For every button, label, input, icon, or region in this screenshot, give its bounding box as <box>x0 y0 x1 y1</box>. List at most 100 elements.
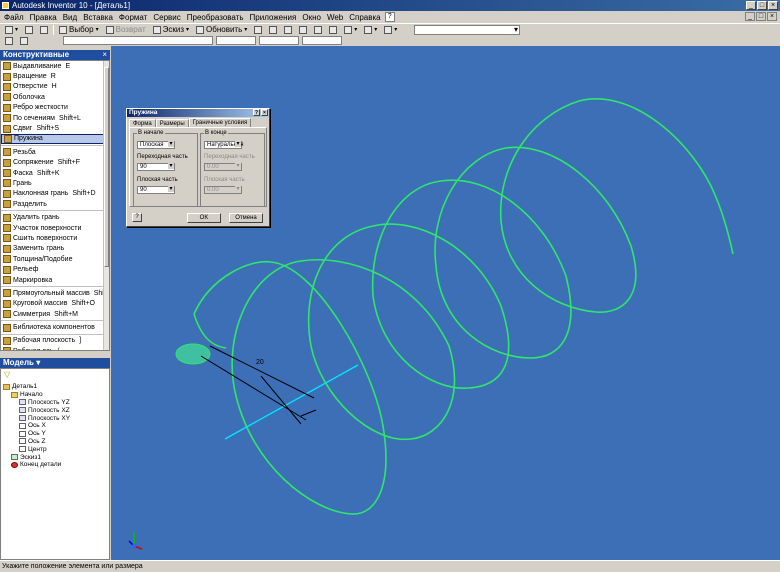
maximize-button[interactable]: □ <box>757 1 767 10</box>
end-type-select[interactable]: Натуральная <box>204 141 244 149</box>
tab-size[interactable]: Размеры <box>155 119 189 127</box>
feature-item[interactable]: Грань <box>1 178 109 188</box>
start-flat-select[interactable]: 90 <box>137 186 175 194</box>
help-button[interactable]: ? <box>132 213 142 222</box>
feature-item[interactable]: Оболочка <box>1 92 109 102</box>
menu-convert[interactable]: Преобразовать <box>185 13 246 22</box>
menu-tools[interactable]: Сервис <box>151 13 182 22</box>
menu-format[interactable]: Формат <box>117 13 149 22</box>
cancel-button[interactable]: Отмена <box>229 213 263 223</box>
tree-node[interactable]: Ось X <box>3 422 70 430</box>
save-icon[interactable] <box>38 25 50 35</box>
feature-item[interactable]: Заменить грань <box>1 244 109 254</box>
input-field-x[interactable] <box>216 36 256 45</box>
feature-item[interactable]: Отверстие H <box>1 82 109 92</box>
new-file-icon[interactable]: ▾ <box>3 25 20 35</box>
tree-node[interactable]: Плоскость XZ <box>3 406 70 414</box>
doc-close-button[interactable]: × <box>767 12 777 21</box>
features-panel-header[interactable]: Конструктивные элементы ▾ × <box>0 50 110 69</box>
rotate-icon[interactable] <box>312 25 324 35</box>
doc-restore-button[interactable]: □ <box>756 12 766 21</box>
menu-applications[interactable]: Приложения <box>248 13 299 22</box>
menu-window[interactable]: Окно <box>300 13 323 22</box>
tree-node[interactable]: Плоскость XY <box>3 414 70 422</box>
dialog-close-icon[interactable]: × <box>261 109 268 116</box>
feature-item[interactable]: Библиотека компонентов <box>1 322 109 332</box>
start-type-select[interactable]: Плоская <box>137 141 175 149</box>
feature-item[interactable]: Вращение R <box>1 71 109 81</box>
feature-item[interactable]: Прямоугольный массивShift+R <box>1 288 109 298</box>
feature-label: Пружина <box>14 135 43 143</box>
feature-item[interactable]: Круговой массив Shift+O <box>1 299 109 309</box>
open-file-icon[interactable] <box>23 25 35 35</box>
feature-item[interactable]: По сечениям Shift+L <box>1 113 109 123</box>
panel-close-icon[interactable]: × <box>102 50 107 60</box>
feature-item[interactable]: Рабочая ось / <box>1 346 109 350</box>
feature-item[interactable]: Участок поверхности <box>1 223 109 233</box>
feature-item[interactable]: Резьба <box>1 147 109 157</box>
start-transition-select[interactable]: 90 <box>137 163 175 171</box>
dialog-help-icon[interactable]: ? <box>253 109 260 116</box>
display-mode-icon[interactable]: ▾ <box>342 25 359 35</box>
menu-web[interactable]: Web <box>325 13 345 22</box>
dialog-title-bar[interactable]: Пружина ? × <box>127 109 269 117</box>
precise-input-icon[interactable] <box>3 36 15 46</box>
tab-shape[interactable]: Форма <box>129 119 156 127</box>
model-panel-header[interactable]: Модель ▾ <box>0 358 110 368</box>
feature-item[interactable]: Пружина <box>1 133 109 145</box>
dimension-value[interactable]: 20 <box>256 359 264 366</box>
feature-item[interactable]: Рельеф <box>1 264 109 274</box>
tree-node[interactable]: Плоскость YZ <box>3 399 70 407</box>
menu-insert[interactable]: Вставка <box>81 13 115 22</box>
menu-file[interactable]: Файл <box>2 13 26 22</box>
zoom-all-icon[interactable] <box>252 25 264 35</box>
close-button[interactable]: × <box>768 1 778 10</box>
input-field-y[interactable] <box>259 36 299 45</box>
look-at-icon[interactable] <box>327 25 339 35</box>
zoom-window-icon[interactable] <box>267 25 279 35</box>
feature-item[interactable]: Разделить <box>1 199 109 209</box>
section-icon[interactable]: ▾ <box>382 25 399 35</box>
feature-item[interactable]: Сопряжение Shift+F <box>1 158 109 168</box>
features-scrollbar[interactable] <box>103 61 109 350</box>
tree-node[interactable]: Ось Y <box>3 430 70 438</box>
tab-end-conditions[interactable]: Граничные условия <box>188 118 252 127</box>
color-combo[interactable] <box>414 25 520 35</box>
input-field-1[interactable] <box>63 36 213 45</box>
tree-node[interactable]: Деталь1 <box>3 383 70 391</box>
filter-icon[interactable]: ▽ <box>4 371 12 379</box>
tree-node[interactable]: Центр <box>3 445 70 453</box>
feature-item[interactable]: Ребро жесткости <box>1 103 109 113</box>
feature-item[interactable]: Удалить грань <box>1 212 109 222</box>
select-button[interactable]: Выбор ▾ <box>57 25 101 35</box>
feature-item[interactable]: Маркировка <box>1 275 109 285</box>
ok-button[interactable]: OK <box>187 213 221 223</box>
feature-item[interactable]: Рабочая плоскость] <box>1 336 109 346</box>
update-button[interactable]: Обновить ▾ <box>194 25 249 35</box>
feature-item[interactable]: Сшить поверхности <box>1 233 109 243</box>
feature-item[interactable]: Сдвиг Shift+S <box>1 123 109 133</box>
menu-view[interactable]: Вид <box>61 13 79 22</box>
feature-item[interactable]: Наклонная грань Shift+D <box>1 189 109 199</box>
feature-item[interactable]: Выдавливание E <box>1 61 109 71</box>
menu-help[interactable]: Справка <box>347 13 382 22</box>
feature-item[interactable]: Толщина/Подобие <box>1 254 109 264</box>
return-button[interactable]: Возврат <box>104 25 148 35</box>
pan-icon[interactable] <box>297 25 309 35</box>
zoom-icon[interactable] <box>282 25 294 35</box>
help-icon[interactable]: ? <box>384 12 395 22</box>
minimize-button[interactable]: _ <box>746 1 756 10</box>
camera-icon[interactable]: ▾ <box>362 25 379 35</box>
feature-label: Рабочая ось <box>13 348 53 350</box>
menu-edit[interactable]: Правка <box>28 13 59 22</box>
doc-minimize-button[interactable]: _ <box>745 12 755 21</box>
tree-node[interactable]: Ось Z <box>3 438 70 446</box>
tree-node[interactable]: Конец детали <box>3 461 70 469</box>
origin-icon[interactable] <box>18 36 30 46</box>
input-field-z[interactable] <box>302 36 342 45</box>
sketch-button[interactable]: Эскиз ▾ <box>151 25 191 35</box>
feature-item[interactable]: Фаска Shift+K <box>1 168 109 178</box>
tree-node[interactable]: Начало <box>3 391 70 399</box>
tree-node[interactable]: Эскиз1 <box>3 453 70 461</box>
feature-item[interactable]: Симметрия Shift+M <box>1 309 109 319</box>
